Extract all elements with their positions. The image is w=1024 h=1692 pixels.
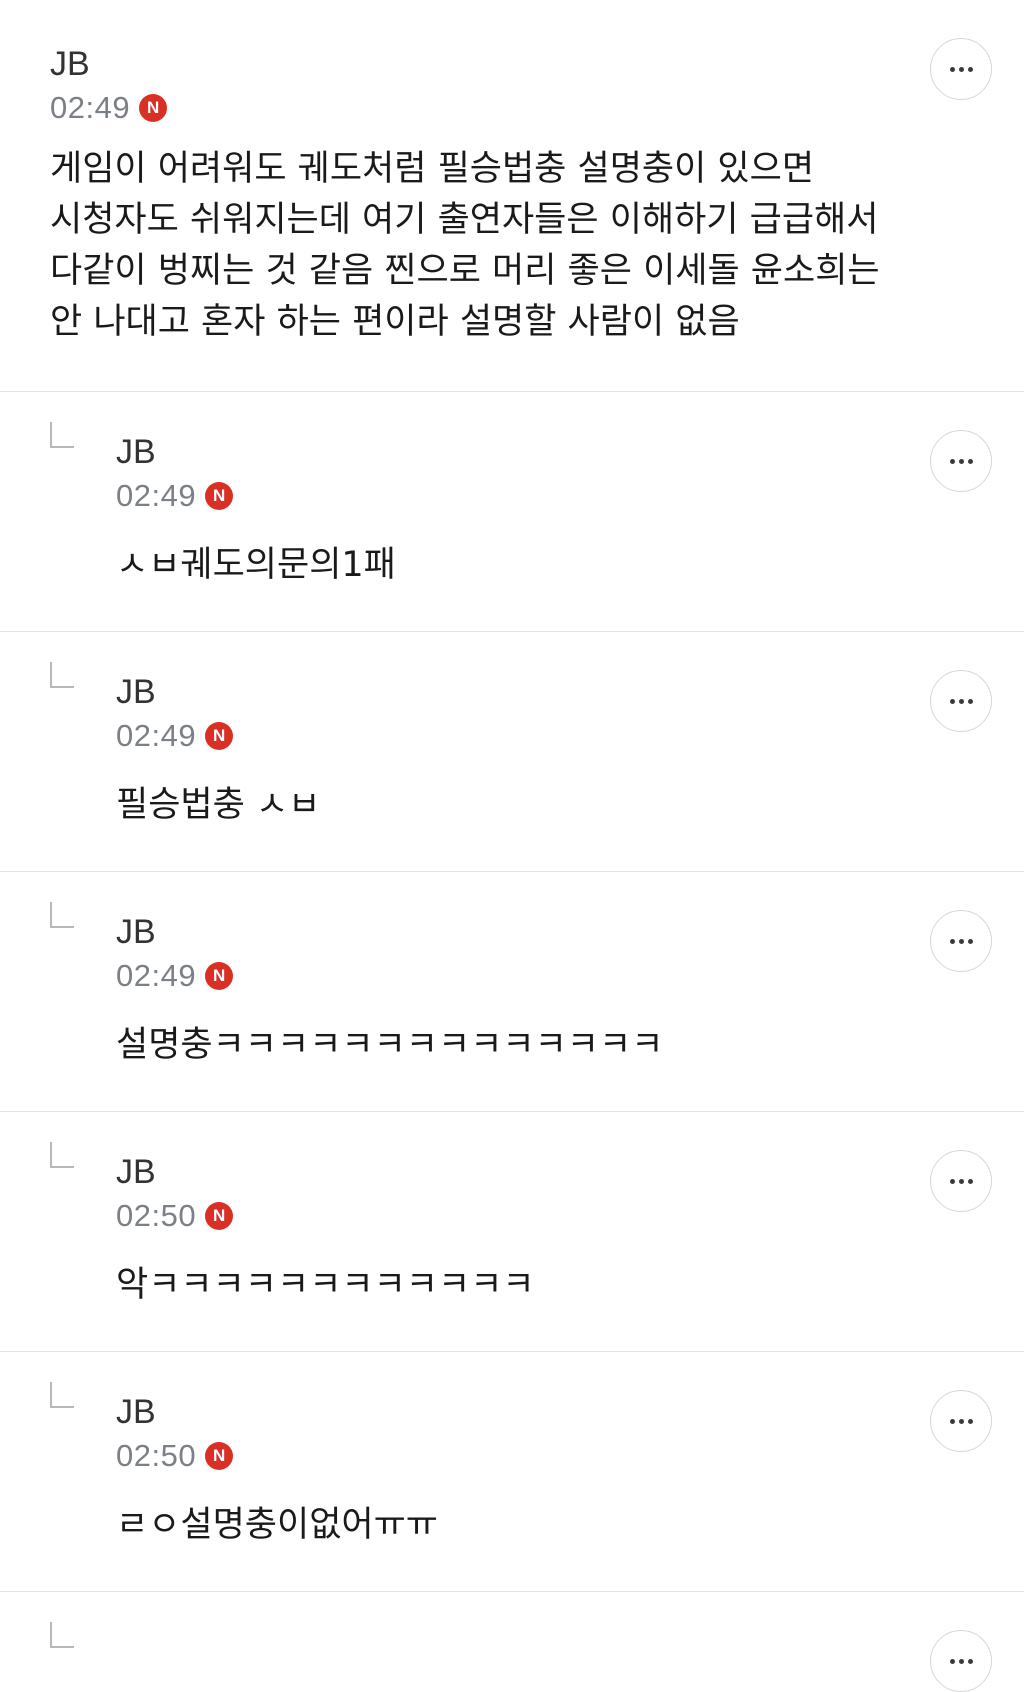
reply-arrow-icon — [50, 902, 74, 928]
more-options-icon — [949, 938, 973, 944]
comment-time: 02:49 — [116, 478, 197, 513]
comment-text: 게임이 어려워도 궤도처럼 필승법충 설명충이 있으면 시청자도 쉬워지는데 여… — [50, 149, 880, 342]
comment-time: 02:50 — [116, 1198, 197, 1233]
reply-arrow-icon — [50, 1382, 74, 1408]
reply-item: JB 02:49 N 필승법충 ㅅㅂ — [0, 632, 1024, 872]
comment-author[interactable]: JB — [116, 672, 914, 712]
reply-item: JB 02:50 N 악ㅋㅋㅋㅋㅋㅋㅋㅋㅋㅋㅋㅋ — [0, 1112, 1024, 1352]
more-options-icon — [949, 698, 973, 704]
comment-text: 설명충ㅋㅋㅋㅋㅋㅋㅋㅋㅋㅋㅋㅋㅋㅋ — [116, 1025, 664, 1065]
more-options-icon — [949, 1658, 973, 1664]
comment-author[interactable]: JB — [116, 1152, 914, 1192]
reply-arrow-icon — [50, 662, 74, 688]
comment-time: 02:49 — [116, 958, 197, 993]
reply-arrow-icon — [50, 422, 74, 448]
new-badge-icon: N — [139, 94, 168, 122]
reply-item — [0, 1592, 1024, 1692]
comment-meta: 02:50 N — [116, 1196, 914, 1236]
more-options-button[interactable] — [930, 38, 992, 100]
comment-item: JB 02:49 N 게임이 어려워도 궤도처럼 필승법충 설명충이 있으면 시… — [0, 0, 1024, 392]
more-options-icon — [949, 1418, 973, 1424]
comment-text: 필승법충 ㅅㅂ — [116, 785, 321, 825]
more-options-icon — [949, 1178, 973, 1184]
more-options-button[interactable] — [930, 1630, 992, 1692]
comment-meta: 02:50 N — [116, 1436, 914, 1476]
more-options-button[interactable] — [930, 670, 992, 732]
comment-text: ㅅㅂ궤도의문의1패 — [116, 545, 396, 585]
new-badge-icon: N — [205, 722, 234, 750]
comment-text: 악ㅋㅋㅋㅋㅋㅋㅋㅋㅋㅋㅋㅋ — [116, 1265, 535, 1305]
new-badge-icon: N — [205, 1202, 234, 1230]
comment-list: JB 02:49 N 게임이 어려워도 궤도처럼 필승법충 설명충이 있으면 시… — [0, 0, 1024, 1692]
more-options-button[interactable] — [930, 1150, 992, 1212]
comment-author[interactable]: JB — [50, 44, 914, 84]
comment-meta: 02:49 N — [50, 88, 914, 128]
comment-meta: 02:49 N — [116, 716, 914, 756]
new-badge-icon: N — [205, 962, 234, 990]
comment-time: 02:50 — [116, 1438, 197, 1473]
comment-author[interactable]: JB — [116, 912, 914, 952]
more-options-button[interactable] — [930, 1390, 992, 1452]
new-badge-icon: N — [205, 482, 234, 510]
reply-item: JB 02:50 N ㄹㅇ설명충이없어ㅠㅠ — [0, 1352, 1024, 1592]
reply-item: JB 02:49 N ㅅㅂ궤도의문의1패 — [0, 392, 1024, 632]
more-options-button[interactable] — [930, 910, 992, 972]
comment-text: ㄹㅇ설명충이없어ㅠㅠ — [116, 1505, 439, 1545]
reply-arrow-icon — [50, 1622, 74, 1648]
more-options-button[interactable] — [930, 430, 992, 492]
comment-meta: 02:49 N — [116, 956, 914, 996]
comment-time: 02:49 — [50, 90, 131, 125]
reply-arrow-icon — [50, 1142, 74, 1168]
comment-author[interactable]: JB — [116, 432, 914, 472]
reply-item: JB 02:49 N 설명충ㅋㅋㅋㅋㅋㅋㅋㅋㅋㅋㅋㅋㅋㅋ — [0, 872, 1024, 1112]
comment-author[interactable]: JB — [116, 1392, 914, 1432]
more-options-icon — [949, 66, 973, 72]
more-options-icon — [949, 458, 973, 464]
comment-meta: 02:49 N — [116, 476, 914, 516]
comment-time: 02:49 — [116, 718, 197, 753]
new-badge-icon: N — [205, 1442, 234, 1470]
